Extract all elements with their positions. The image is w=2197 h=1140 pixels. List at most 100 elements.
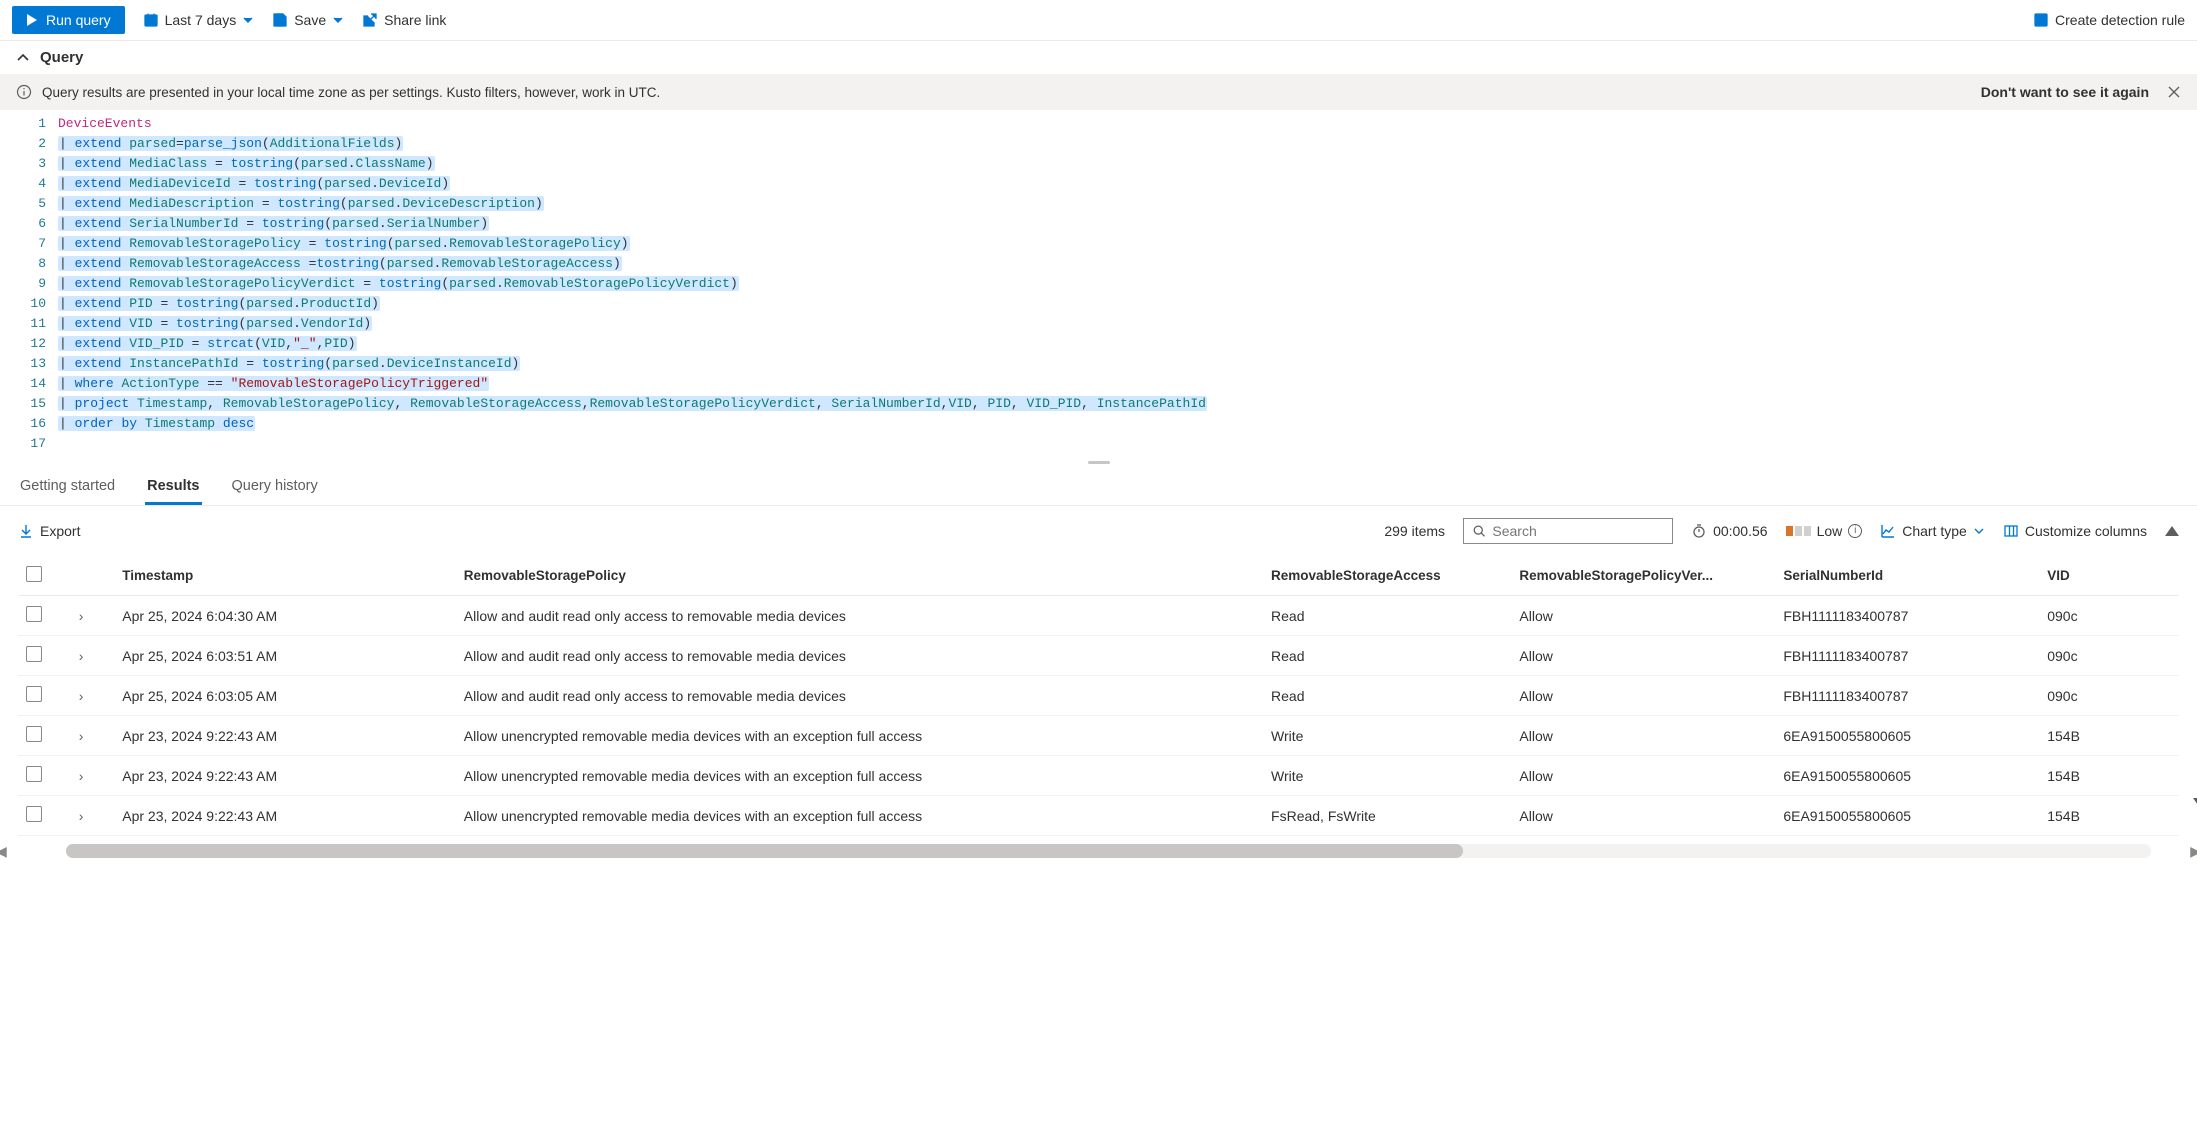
cell-access: Write — [1263, 756, 1511, 796]
run-query-button[interactable]: Run query — [12, 6, 125, 34]
table-header-row: Timestamp RemovableStoragePolicy Removab… — [18, 556, 2179, 596]
table-row[interactable]: ›Apr 23, 2024 9:22:43 AMAllow unencrypte… — [18, 756, 2179, 796]
expand-row-icon[interactable]: › — [71, 676, 114, 716]
chart-type-label: Chart type — [1902, 523, 1967, 539]
cell-verdict: Allow — [1511, 796, 1775, 836]
save-dropdown[interactable]: Save — [272, 12, 344, 28]
results-table: Timestamp RemovableStoragePolicy Removab… — [18, 556, 2179, 836]
scroll-down-icon[interactable] — [2193, 798, 2197, 808]
table-row[interactable]: ›Apr 25, 2024 6:04:30 AMAllow and audit … — [18, 596, 2179, 636]
cell-timestamp: Apr 23, 2024 9:22:43 AM — [114, 716, 456, 756]
detection-rule-icon — [2033, 12, 2049, 28]
close-icon[interactable] — [2167, 85, 2181, 99]
results-tabs: Getting started Results Query history — [0, 468, 2197, 506]
search-icon — [1472, 523, 1486, 539]
col-policy[interactable]: RemovableStoragePolicy — [456, 556, 1263, 596]
share-icon — [362, 12, 378, 28]
share-link-button[interactable]: Share link — [362, 12, 446, 28]
chevron-down-icon — [332, 14, 344, 26]
table-row[interactable]: ›Apr 25, 2024 6:03:51 AMAllow and audit … — [18, 636, 2179, 676]
chevron-down-icon — [1973, 525, 1985, 537]
query-section-title: Query — [40, 49, 83, 66]
select-all-checkbox[interactable] — [26, 566, 42, 582]
info-icon — [16, 84, 32, 100]
info-icon[interactable]: i — [1848, 524, 1862, 538]
chevron-down-icon — [242, 14, 254, 26]
cell-timestamp: Apr 25, 2024 6:03:05 AM — [114, 676, 456, 716]
banner-dismiss-link[interactable]: Don't want to see it again — [1981, 84, 2149, 100]
share-link-label: Share link — [384, 12, 446, 28]
bars-icon — [1786, 526, 1811, 536]
cell-access: Read — [1263, 636, 1511, 676]
expand-row-icon[interactable]: › — [71, 796, 114, 836]
row-checkbox[interactable] — [26, 606, 42, 622]
cell-timestamp: Apr 25, 2024 6:03:51 AM — [114, 636, 456, 676]
chevron-up-icon — [16, 51, 30, 65]
tab-query-history[interactable]: Query history — [230, 468, 320, 505]
calendar-icon — [143, 12, 159, 28]
memory-label: Low — [1817, 523, 1843, 539]
results-toolbar: Export 299 items 00:00.56 Low i Chart ty… — [0, 506, 2197, 556]
expand-row-icon[interactable]: › — [71, 756, 114, 796]
expand-row-icon[interactable]: › — [71, 716, 114, 756]
cell-vid: 090c — [2039, 676, 2179, 716]
expand-row-icon[interactable]: › — [71, 596, 114, 636]
query-section-header[interactable]: Query — [0, 41, 2197, 74]
customize-columns-label: Customize columns — [2025, 523, 2147, 539]
memory-indicator: Low i — [1786, 523, 1863, 539]
row-checkbox[interactable] — [26, 686, 42, 702]
line-number-gutter: 1234567891011121314151617 — [0, 114, 58, 454]
col-vid[interactable]: VID — [2039, 556, 2179, 596]
save-icon — [272, 12, 288, 28]
cell-policy: Allow and audit read only access to remo… — [456, 596, 1263, 636]
row-checkbox[interactable] — [26, 766, 42, 782]
run-query-label: Run query — [46, 12, 111, 28]
time-range-dropdown[interactable]: Last 7 days — [143, 12, 255, 28]
cell-policy: Allow unencrypted removable media device… — [456, 796, 1263, 836]
row-checkbox[interactable] — [26, 726, 42, 742]
export-button[interactable]: Export — [18, 523, 80, 539]
scroll-right-icon[interactable]: ▶ — [2190, 843, 2197, 860]
toolbar: Run query Last 7 days Save Share link Cr… — [0, 0, 2197, 41]
tab-results[interactable]: Results — [145, 468, 201, 505]
scroll-left-icon[interactable]: ◀ — [0, 843, 7, 860]
cell-policy: Allow and audit read only access to remo… — [456, 676, 1263, 716]
create-detection-rule-button[interactable]: Create detection rule — [2033, 12, 2185, 28]
cell-access: Read — [1263, 596, 1511, 636]
row-checkbox[interactable] — [26, 646, 42, 662]
columns-icon — [2003, 523, 2019, 539]
download-icon — [18, 523, 34, 539]
expand-row-icon[interactable]: › — [71, 636, 114, 676]
search-box[interactable] — [1463, 518, 1673, 544]
col-access[interactable]: RemovableStorageAccess — [1263, 556, 1511, 596]
cell-policy: Allow and audit read only access to remo… — [456, 636, 1263, 676]
scroll-up-icon[interactable] — [2165, 526, 2179, 536]
chart-type-dropdown[interactable]: Chart type — [1880, 523, 1985, 539]
cell-policy: Allow unencrypted removable media device… — [456, 756, 1263, 796]
results-table-wrap: Timestamp RemovableStoragePolicy Removab… — [0, 556, 2197, 876]
col-serial[interactable]: SerialNumberId — [1775, 556, 2039, 596]
col-verdict[interactable]: RemovableStoragePolicyVer... — [1511, 556, 1775, 596]
cell-verdict: Allow — [1511, 716, 1775, 756]
time-range-label: Last 7 days — [165, 12, 237, 28]
search-input[interactable] — [1492, 523, 1664, 539]
save-label: Save — [294, 12, 326, 28]
cell-serial: 6EA9150055800605 — [1775, 716, 2039, 756]
cell-access: FsRead, FsWrite — [1263, 796, 1511, 836]
cell-timestamp: Apr 23, 2024 9:22:43 AM — [114, 756, 456, 796]
row-checkbox[interactable] — [26, 806, 42, 822]
cell-verdict: Allow — [1511, 596, 1775, 636]
splitter-handle[interactable] — [0, 458, 2197, 468]
code-content[interactable]: DeviceEvents| extend parsed=parse_json(A… — [58, 114, 1207, 454]
horizontal-scrollbar[interactable] — [66, 844, 2151, 858]
tab-getting-started[interactable]: Getting started — [18, 468, 117, 505]
customize-columns-button[interactable]: Customize columns — [2003, 523, 2147, 539]
col-timestamp[interactable]: Timestamp — [114, 556, 456, 596]
cell-timestamp: Apr 23, 2024 9:22:43 AM — [114, 796, 456, 836]
table-row[interactable]: ›Apr 25, 2024 6:03:05 AMAllow and audit … — [18, 676, 2179, 716]
cell-vid: 154B — [2039, 756, 2179, 796]
cell-policy: Allow unencrypted removable media device… — [456, 716, 1263, 756]
table-row[interactable]: ›Apr 23, 2024 9:22:43 AMAllow unencrypte… — [18, 796, 2179, 836]
table-row[interactable]: ›Apr 23, 2024 9:22:43 AMAllow unencrypte… — [18, 716, 2179, 756]
code-editor[interactable]: 1234567891011121314151617 DeviceEvents| … — [0, 110, 2197, 458]
